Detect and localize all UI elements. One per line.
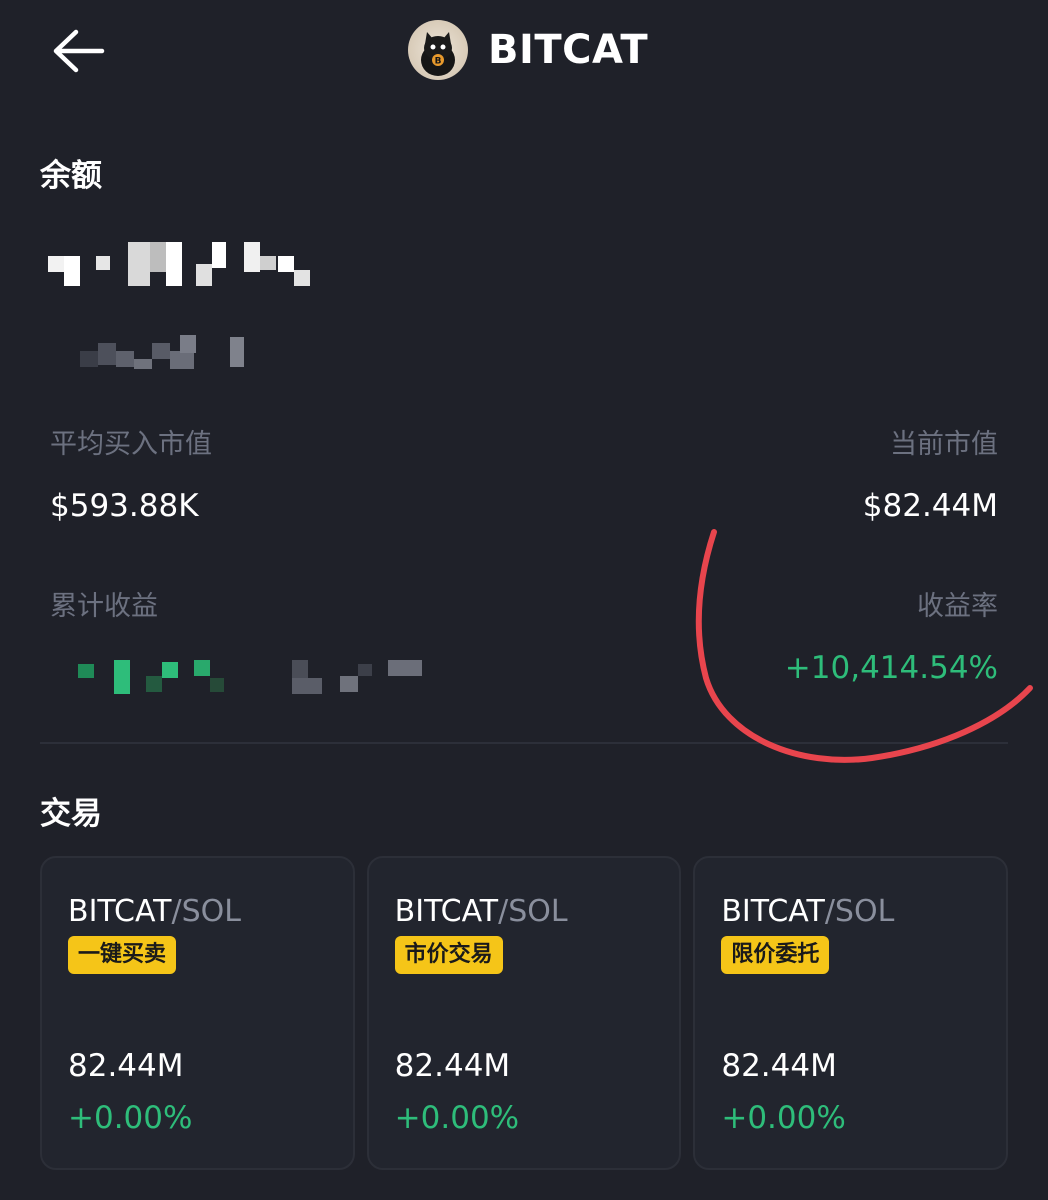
profit-rate-value: +10,414.54% bbox=[784, 650, 998, 686]
current-mcap-label: 当前市值 bbox=[890, 429, 998, 460]
svg-text:B: B bbox=[435, 57, 442, 67]
pair-quote: /SOL bbox=[171, 894, 241, 929]
market-cap-value: 82.44M bbox=[721, 1048, 837, 1084]
cat-avatar-icon: B bbox=[408, 20, 468, 80]
trade-card-market[interactable]: BITCAT/SOL 市价交易 82.44M +0.00% bbox=[366, 856, 682, 1170]
pair-base: BITCAT bbox=[394, 894, 499, 929]
arrow-left-icon bbox=[53, 29, 105, 73]
trade-card-limit[interactable]: BITCAT/SOL 限价委托 82.44M +0.00% bbox=[693, 856, 1009, 1170]
change-percent: +0.00% bbox=[721, 1100, 846, 1136]
trading-pair: BITCAT/SOL bbox=[68, 894, 241, 929]
pair-quote: /SOL bbox=[498, 894, 568, 929]
token-title: B BITCAT bbox=[408, 20, 648, 80]
market-cap-value: 82.44M bbox=[68, 1048, 184, 1084]
balance-secondary-redacted bbox=[80, 335, 250, 375]
pair-base: BITCAT bbox=[721, 894, 825, 929]
market-cap-value: 82.44M bbox=[394, 1048, 511, 1084]
trade-mode-badge: 限价委托 bbox=[721, 936, 830, 974]
cumulative-profit-label: 累计收益 bbox=[50, 591, 158, 622]
balance-section-title: 余额 bbox=[40, 158, 102, 194]
trading-pair: BITCAT/SOL bbox=[395, 894, 568, 929]
current-mcap-value: $82.44M bbox=[862, 488, 998, 524]
trade-mode-badge: 一键买卖 bbox=[68, 936, 177, 974]
pair-base: BITCAT bbox=[68, 894, 172, 929]
header-bar: B BITCAT bbox=[0, 0, 1048, 100]
change-percent: +0.00% bbox=[394, 1100, 520, 1136]
trade-mode-badge: 市价交易 bbox=[394, 936, 503, 974]
trade-card-one-click[interactable]: BITCAT/SOL 一键买卖 82.44M +0.00% bbox=[40, 856, 355, 1170]
balance-amount-redacted bbox=[48, 238, 313, 290]
app-title: BITCAT bbox=[488, 27, 649, 73]
trading-pair: BITCAT/SOL bbox=[721, 894, 894, 929]
pair-quote: /SOL bbox=[824, 894, 895, 929]
avg-buy-label: 平均买入市值 bbox=[50, 429, 212, 460]
cumulative-profit-redacted bbox=[78, 658, 428, 698]
section-divider bbox=[40, 742, 1008, 744]
change-percent: +0.00% bbox=[68, 1100, 193, 1136]
avg-buy-value: $593.88K bbox=[50, 488, 199, 524]
back-button[interactable] bbox=[50, 28, 106, 74]
trade-section-title: 交易 bbox=[40, 796, 102, 832]
profit-rate-label: 收益率 bbox=[917, 591, 998, 622]
trade-cards: BITCAT/SOL 一键买卖 82.44M +0.00% BITCAT/SOL… bbox=[40, 856, 1009, 1170]
